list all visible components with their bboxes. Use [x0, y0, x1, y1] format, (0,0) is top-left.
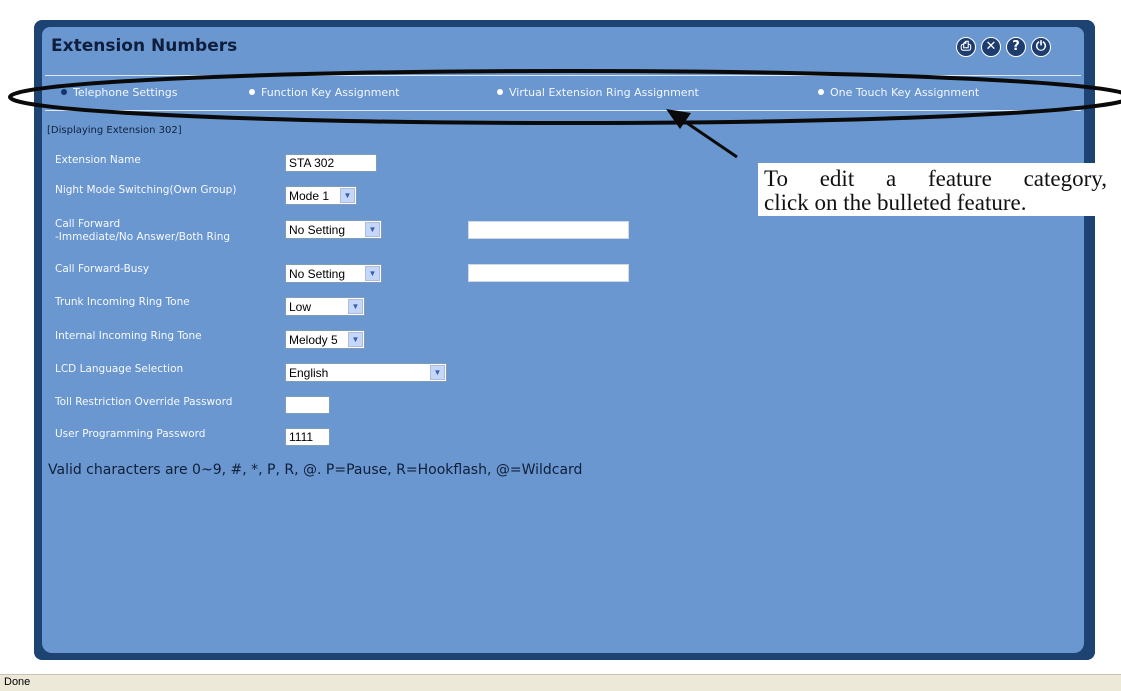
print-icon[interactable]: ⎙ — [956, 37, 976, 57]
bullet-icon — [249, 89, 255, 95]
title-divider — [45, 75, 1081, 76]
status-bar: Done — [0, 674, 1121, 691]
trunk-ring-tone-value: Low — [289, 300, 312, 314]
toll-password-input[interactable] — [285, 396, 330, 414]
night-mode-value: Mode 1 — [289, 189, 330, 203]
bullet-icon — [818, 89, 824, 95]
page-title: Extension Numbers — [51, 36, 238, 56]
chevron-down-icon: ▼ — [348, 299, 363, 314]
bullet-icon — [497, 89, 503, 95]
call-forward-label-line1: Call Forward — [55, 218, 121, 230]
lcd-language-select[interactable]: English ▼ — [285, 363, 447, 382]
logout-icon[interactable]: ⏻ — [1031, 37, 1051, 57]
tab-virtual-extension-ring-assignment[interactable]: Virtual Extension Ring Assignment — [497, 86, 699, 99]
callout-box: To edit a feature category, click on the… — [758, 163, 1111, 216]
tab-one-touch-key-assignment[interactable]: One Touch Key Assignment — [818, 86, 979, 99]
chevron-down-icon: ▼ — [340, 188, 355, 203]
call-forward-immediate-value: No Setting — [289, 223, 346, 237]
internal-ring-tone-value: Melody 5 — [289, 333, 338, 347]
tab-label: Function Key Assignment — [261, 86, 400, 99]
user-password-label: User Programming Password — [55, 428, 206, 440]
callout-line-2: click on the bulleted feature. — [764, 190, 1027, 215]
call-forward-immediate-select[interactable]: No Setting ▼ — [285, 220, 382, 239]
call-forward-busy-label: Call Forward-Busy — [55, 263, 150, 275]
call-forward-immediate-label: Call Forward -Immediate/No Answer/Both Ri… — [55, 218, 230, 244]
tab-label: Telephone Settings — [73, 86, 178, 99]
internal-ring-tone-label: Internal Incoming Ring Tone — [55, 330, 202, 342]
call-forward-label-line2: -Immediate/No Answer/Both Ring — [55, 231, 231, 243]
user-password-input[interactable]: 1111 — [285, 428, 330, 446]
extension-name-label: Extension Name — [55, 154, 141, 166]
night-mode-label: Night Mode Switching(Own Group) — [55, 184, 237, 196]
tab-telephone-settings[interactable]: Telephone Settings — [61, 86, 177, 99]
close-icon[interactable]: ✕ — [981, 37, 1001, 57]
callout-line-1: To edit a feature category, — [764, 166, 1107, 191]
lcd-language-value: English — [289, 366, 329, 380]
chevron-down-icon: ▼ — [365, 266, 380, 281]
call-forward-immediate-number-input[interactable] — [468, 221, 629, 239]
status-text: Done — [4, 676, 31, 688]
chevron-down-icon: ▼ — [348, 332, 363, 347]
tabs-divider — [45, 110, 1081, 111]
extension-name-input[interactable]: STA 302 — [285, 154, 377, 172]
displaying-extension-label: [Displaying Extension 302] — [47, 125, 182, 136]
call-forward-busy-select[interactable]: No Setting ▼ — [285, 264, 382, 283]
lcd-language-label: LCD Language Selection — [55, 363, 184, 375]
chevron-down-icon: ▼ — [430, 365, 445, 380]
call-forward-busy-number-input[interactable] — [468, 264, 629, 282]
bullet-icon — [61, 89, 67, 95]
help-icon[interactable]: ? — [1006, 37, 1026, 57]
tab-label: One Touch Key Assignment — [830, 86, 980, 99]
trunk-ring-tone-label: Trunk Incoming Ring Tone — [55, 296, 190, 308]
trunk-ring-tone-select[interactable]: Low ▼ — [285, 297, 365, 316]
tab-label: Virtual Extension Ring Assignment — [509, 86, 699, 99]
toll-password-label: Toll Restriction Override Password — [55, 396, 233, 408]
call-forward-busy-value: No Setting — [289, 267, 346, 281]
valid-characters-note: Valid characters are 0~9, #, *, P, R, @.… — [48, 462, 583, 478]
night-mode-select[interactable]: Mode 1 ▼ — [285, 186, 357, 205]
tab-function-key-assignment[interactable]: Function Key Assignment — [249, 86, 400, 99]
chevron-down-icon: ▼ — [365, 222, 380, 237]
internal-ring-tone-select[interactable]: Melody 5 ▼ — [285, 330, 365, 349]
